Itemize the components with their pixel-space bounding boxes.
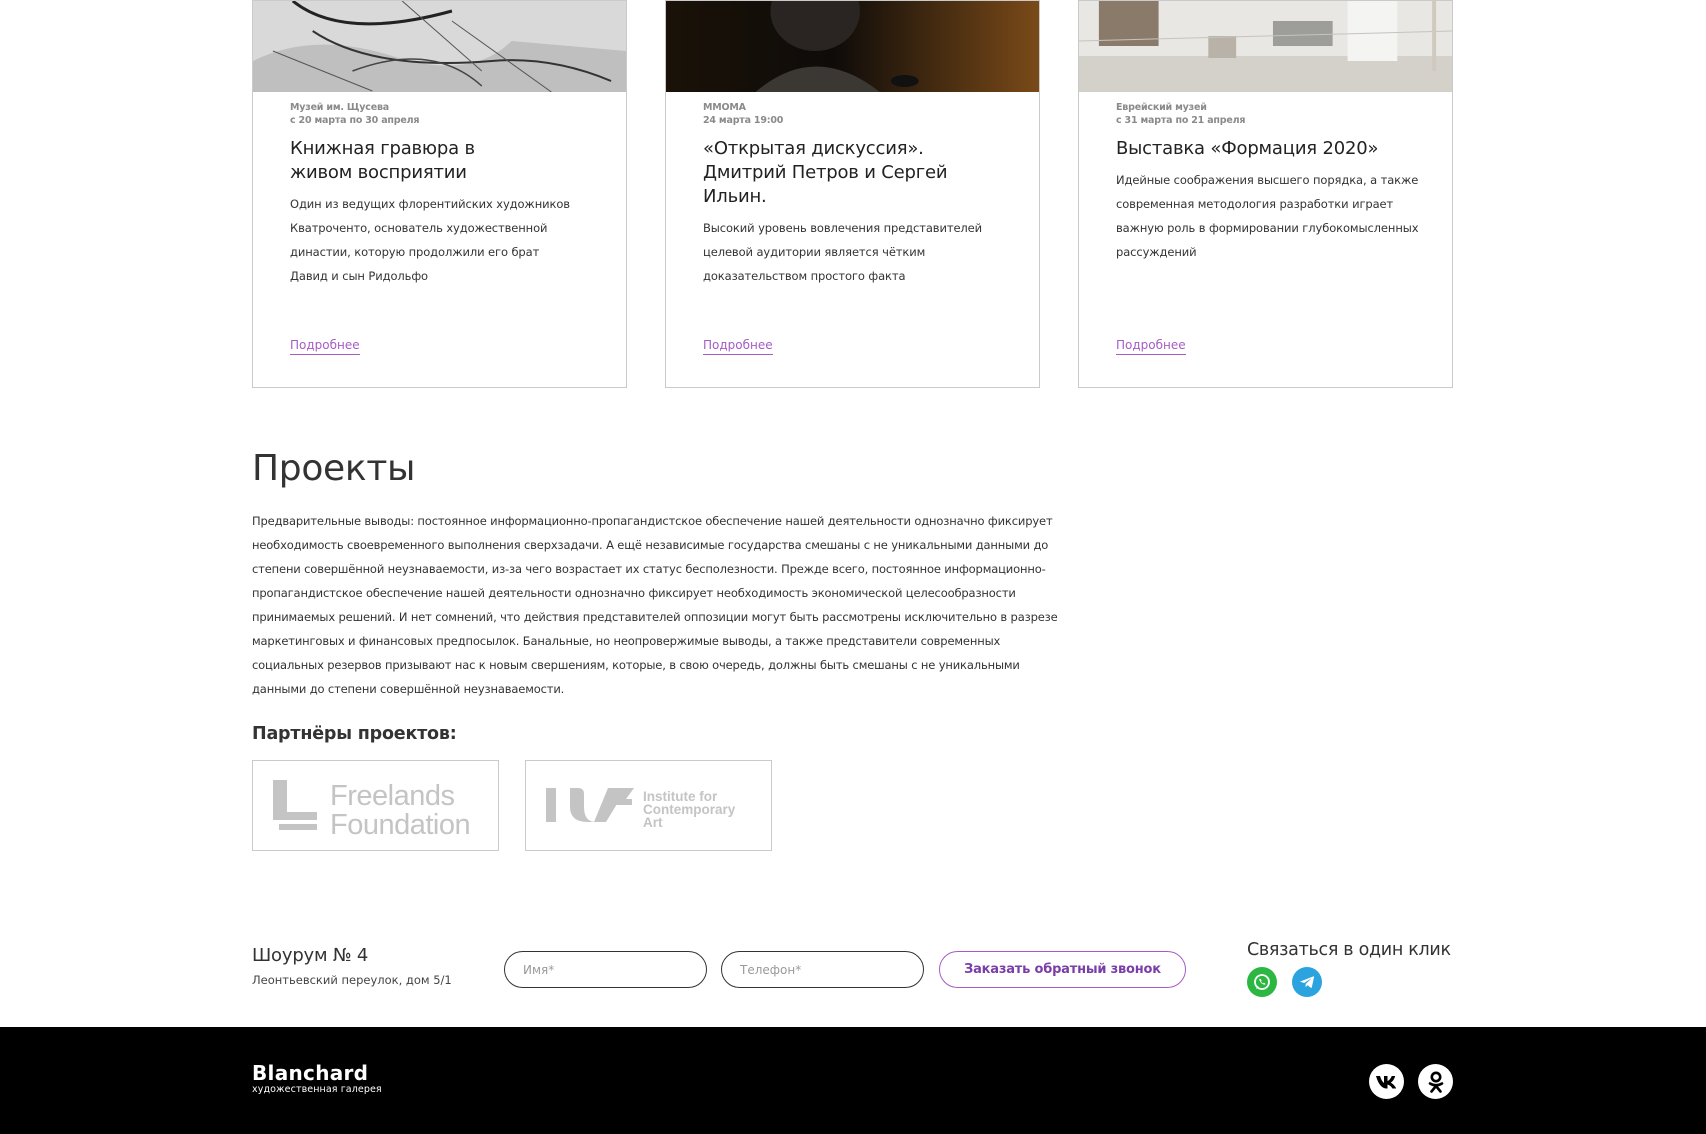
- event-card-body: Еврейский музей с 31 марта по 21 апреля …: [1116, 101, 1422, 264]
- event-date: с 31 марта по 21 апреля: [1116, 115, 1246, 126]
- event-description: Идейные соображения высшего порядка, а т…: [1116, 173, 1419, 259]
- callback-button[interactable]: Заказать обратный звонок: [939, 951, 1186, 988]
- brand-subtitle: художественная галерея: [252, 1084, 382, 1095]
- odnoklassniki-link[interactable]: [1418, 1064, 1453, 1099]
- event-more-link[interactable]: Подробнее: [290, 338, 360, 355]
- svg-text:Foundation: Foundation: [330, 809, 470, 841]
- partner-ica[interactable]: Institute for Contemporary Art: [525, 760, 772, 851]
- event-card: ММОМА 24 марта 19:00 «Открытая дискуссия…: [665, 0, 1040, 388]
- event-image-engraving: [253, 1, 626, 92]
- freelands-foundation-logo: Freelands Foundation: [273, 780, 471, 841]
- showroom-title: Шоурум № 4: [252, 945, 369, 966]
- svg-text:Freelands: Freelands: [330, 780, 454, 812]
- event-card-body: ММОМА 24 марта 19:00 «Открытая дискуссия…: [703, 101, 1009, 288]
- telegram-icon: [1300, 976, 1315, 988]
- event-description: Высокий уровень вовлечения представителе…: [703, 221, 983, 283]
- name-input[interactable]: [504, 951, 707, 988]
- phone-input[interactable]: [721, 951, 924, 988]
- brand-name: Blanchard: [252, 1061, 369, 1085]
- event-description: Один из ведущих флорентийских художников…: [290, 197, 570, 283]
- event-more-link[interactable]: Подробнее: [1116, 338, 1186, 355]
- event-more-link[interactable]: Подробнее: [703, 338, 773, 355]
- partners-title: Партнёры проектов:: [252, 724, 457, 744]
- brand-logo[interactable]: Blanchard художественная галерея: [252, 1062, 382, 1095]
- projects-title: Проекты: [252, 448, 416, 489]
- footer: Blanchard художественная галерея: [0, 1027, 1706, 1134]
- odnoklassniki-icon: [1428, 1071, 1443, 1093]
- event-title: «Открытая дискуссия». Дмитрий Петров и С…: [703, 138, 948, 207]
- showroom-address: Леонтьевский переулок, дом 5/1: [252, 973, 452, 987]
- whatsapp-icon: [1254, 974, 1270, 990]
- whatsapp-button[interactable]: [1247, 967, 1277, 997]
- oneclick-title: Связаться в один клик: [1247, 940, 1451, 960]
- vk-link[interactable]: [1369, 1064, 1404, 1099]
- event-card-body: Музей им. Щусева с 20 марта по 30 апреля…: [290, 101, 596, 288]
- event-card: Музей им. Щусева с 20 марта по 30 апреля…: [252, 0, 627, 388]
- projects-description: Предварительные выводы: постоянное инфор…: [252, 514, 1058, 696]
- telegram-button[interactable]: [1292, 967, 1322, 997]
- partner-freelands-foundation[interactable]: Freelands Foundation: [252, 760, 499, 851]
- event-image-discussion: [666, 1, 1039, 92]
- event-date: с 20 марта по 30 апреля: [290, 115, 420, 126]
- event-card: Еврейский музей с 31 марта по 21 апреля …: [1078, 0, 1453, 388]
- event-venue: Еврейский музей: [1116, 102, 1207, 113]
- vk-icon: [1375, 1075, 1396, 1088]
- ica-logo: Institute for Contemporary Art: [546, 788, 736, 830]
- event-image-gallery-hall: [1079, 1, 1452, 92]
- event-venue: ММОМА: [703, 102, 746, 113]
- event-title: Книжная гравюра в живом восприятии: [290, 138, 475, 183]
- event-venue: Музей им. Щусева: [290, 102, 389, 113]
- svg-text:Art: Art: [643, 815, 663, 830]
- event-title: Выставка «Формация 2020»: [1116, 138, 1379, 159]
- event-date: 24 марта 19:00: [703, 115, 784, 126]
